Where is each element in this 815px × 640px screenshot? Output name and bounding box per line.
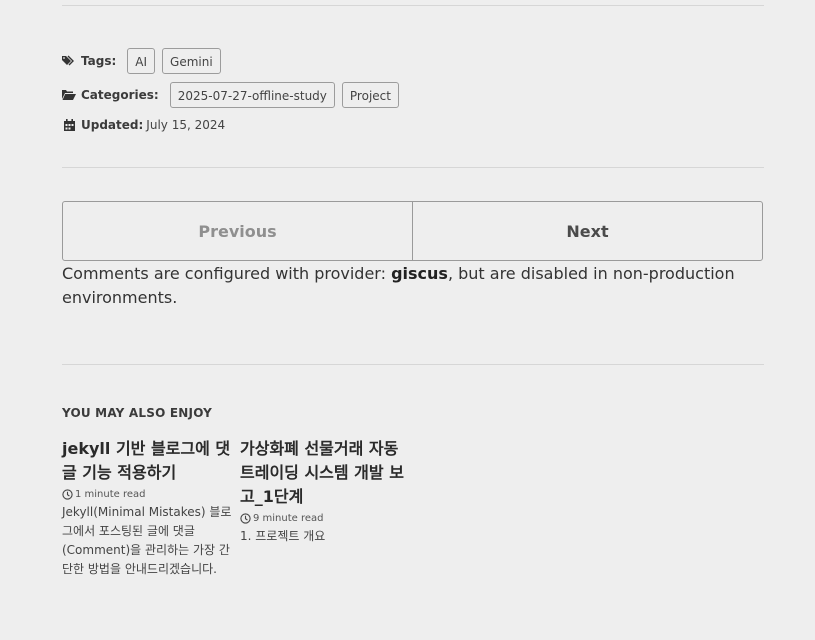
pagination: Previous Next xyxy=(62,201,763,261)
updated-label: Updated: xyxy=(81,118,144,132)
categories-row: Categories: 2025-07-27-offline-study Pro… xyxy=(62,82,406,108)
category-offline-study[interactable]: 2025-07-27-offline-study xyxy=(169,82,335,108)
categories-label: Categories: xyxy=(81,88,159,102)
read-time: 9 minute read xyxy=(240,513,410,524)
top-divider xyxy=(62,5,764,6)
folder-open-icon xyxy=(62,89,76,101)
tags-icon xyxy=(62,55,76,67)
related-post-card: jekyll 기반 블로그에 댓글 기능 적용하기 1 minute read … xyxy=(62,437,232,579)
comments-provider: giscus xyxy=(391,264,448,283)
clock-icon xyxy=(240,513,251,524)
read-time-text: 9 minute read xyxy=(253,513,324,524)
comments-text-before: Comments are configured with provider: xyxy=(62,264,392,283)
updated-row: Updated: July 15, 2024 xyxy=(62,118,225,132)
related-heading: YOU MAY ALSO ENJOY xyxy=(62,406,213,420)
calendar-icon xyxy=(62,119,76,131)
read-time: 1 minute read xyxy=(62,489,232,500)
related-divider xyxy=(62,364,764,365)
tag-gemini[interactable]: Gemini xyxy=(162,48,221,74)
related-post-title[interactable]: jekyll 기반 블로그에 댓글 기능 적용하기 xyxy=(62,437,232,485)
related-post-title[interactable]: 가상화폐 선물거래 자동 트레이딩 시스템 개발 보고_1단계 xyxy=(240,437,410,509)
tags-row: Tags: AI Gemini xyxy=(62,48,228,74)
related-post-excerpt: 1. 프로젝트 개요 xyxy=(240,529,326,543)
meta-divider xyxy=(62,167,764,168)
previous-button[interactable]: Previous xyxy=(63,202,413,260)
next-button[interactable]: Next xyxy=(413,202,762,260)
category-project[interactable]: Project xyxy=(341,82,399,108)
updated-date: July 15, 2024 xyxy=(146,118,226,132)
clock-icon xyxy=(62,489,73,500)
related-post-excerpt: Jekyll(Minimal Mistakes) 블로그에서 포스팅된 글에 댓… xyxy=(62,505,232,576)
read-time-text: 1 minute read xyxy=(75,489,146,500)
tags-label: Tags: xyxy=(81,54,117,68)
tag-ai[interactable]: AI xyxy=(127,48,156,74)
comments-notice: Comments are configured with provider: g… xyxy=(62,262,752,310)
related-post-card: 가상화폐 선물거래 자동 트레이딩 시스템 개발 보고_1단계 9 minute… xyxy=(240,437,410,546)
